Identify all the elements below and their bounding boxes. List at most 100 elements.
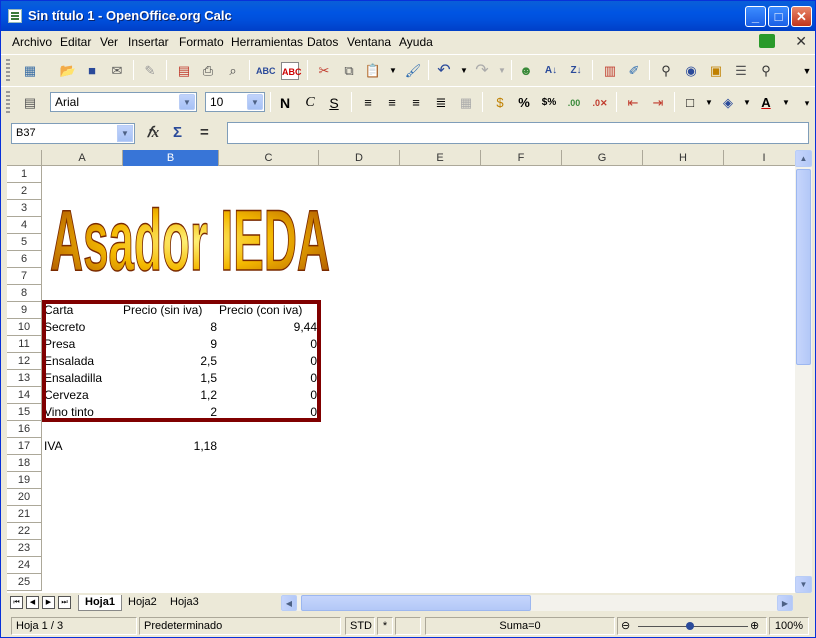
print-preview-icon[interactable]: ⌕ [224,62,242,80]
toolbar-grip[interactable] [6,91,10,113]
vertical-scrollbar[interactable]: ▲ ▼ [795,150,812,593]
row-header[interactable]: 6 [7,251,42,268]
scroll-down-icon[interactable]: ▼ [795,576,812,593]
formula-input[interactable] [227,122,809,144]
column-header-b[interactable]: B [123,150,219,166]
font-size-combo[interactable]: 10 ▼ [205,92,265,112]
zoom-in-icon[interactable]: ⊕ [750,618,759,634]
increase-indent-icon[interactable]: ⇥ [649,94,667,112]
styles-icon[interactable]: ▤ [21,94,39,112]
row-header[interactable]: 25 [7,574,42,591]
menu-editar[interactable]: Editar [60,35,91,49]
row-header[interactable]: 2 [7,183,42,200]
status-signature[interactable] [395,617,421,635]
decrease-indent-icon[interactable]: ⇤ [624,94,642,112]
vertical-scroll-thumb[interactable] [796,169,811,365]
paste-dropdown-icon[interactable]: ▼ [384,62,402,80]
font-name-combo[interactable]: Arial ▼ [50,92,197,112]
hyperlink-icon[interactable]: ☻ [517,62,535,80]
underline-button[interactable]: S [325,94,343,112]
menu-herramientas[interactable]: Herramientas [231,35,303,49]
autospellcheck-icon[interactable]: ABC [281,62,302,80]
row-header[interactable]: 17 [7,438,42,455]
row-header[interactable]: 19 [7,472,42,489]
sheet-tab-hoja2[interactable]: Hoja2 [122,595,163,611]
cell[interactable]: 1,18 [123,438,217,455]
formula-icon[interactable]: = [200,124,209,141]
align-center-icon[interactable]: ≡ [383,94,401,112]
undo-icon[interactable]: ↶ [435,62,453,80]
row-header[interactable]: 4 [7,217,42,234]
merge-cells-icon[interactable]: ▦ [457,94,475,112]
row-header[interactable]: 20 [7,489,42,506]
navigator-icon[interactable]: ◉ [682,62,700,80]
sort-ascending-icon[interactable]: A↓ [542,62,560,80]
row-header[interactable]: 12 [7,353,42,370]
sheet-tab-hoja3[interactable]: Hoja3 [164,595,205,611]
toolbar-overflow-icon[interactable]: ▾ [798,94,816,112]
status-zoom[interactable]: 100% [769,617,809,635]
horizontal-scroll-thumb[interactable] [301,595,531,611]
row-header[interactable]: 15 [7,404,42,421]
format-paintbrush-icon[interactable]: 🖌 [404,62,422,80]
row-header[interactable]: 14 [7,387,42,404]
column-header-i[interactable]: I [724,150,795,166]
next-sheet-icon[interactable]: ▶ [42,596,55,609]
toolbar-overflow-icon[interactable]: ▼ [798,62,816,80]
chevron-down-icon[interactable]: ▼ [247,94,263,110]
background-dropdown-icon[interactable]: ▼ [738,94,756,112]
select-all-corner[interactable] [7,150,42,166]
add-decimal-icon[interactable]: .00 [565,94,583,112]
chart-icon[interactable]: ▥ [601,62,619,80]
print-icon[interactable]: ⎙ [199,62,217,80]
row-header[interactable]: 21 [7,506,42,523]
sheet-tab-hoja1[interactable]: Hoja1 [78,595,122,611]
export-pdf-icon[interactable]: ▤ [175,62,193,80]
row-header[interactable]: 16 [7,421,42,438]
scroll-right-icon[interactable]: ▶ [777,595,793,611]
background-color-icon[interactable]: ◈ [719,94,737,112]
font-color-icon[interactable]: A [757,94,775,112]
prev-sheet-icon[interactable]: ◀ [26,596,39,609]
open-icon[interactable]: 📂 [59,62,77,80]
zoom-thumb[interactable] [686,622,694,630]
name-box[interactable]: B37 ▼ [11,123,135,144]
italic-button[interactable]: C [301,94,319,112]
update-icon[interactable] [759,34,775,48]
toolbar-grip[interactable] [6,59,10,81]
status-selection-mode[interactable]: STD [345,617,375,635]
draw-icon[interactable]: ✐ [625,62,643,80]
status-style[interactable]: Predeterminado [139,617,341,635]
zoom-slider[interactable]: ⊖ ⊕ [617,617,767,635]
row-header[interactable]: 24 [7,557,42,574]
menu-ver[interactable]: Ver [100,35,118,49]
function-wizard-icon[interactable]: 𝑓x [147,124,159,142]
copy-icon[interactable]: ⧉ [340,62,358,80]
close-document-icon[interactable]: ✕ [795,33,807,50]
row-header[interactable]: 10 [7,319,42,336]
row-header[interactable]: 3 [7,200,42,217]
column-header-a[interactable]: A [42,150,123,166]
column-header-e[interactable]: E [400,150,481,166]
column-header-d[interactable]: D [319,150,400,166]
currency-icon[interactable]: $ [491,94,509,112]
new-icon[interactable]: ▦ [21,62,39,80]
first-sheet-icon[interactable]: ⏮ [10,596,23,609]
save-icon[interactable]: ■ [83,62,101,80]
row-header[interactable]: 18 [7,455,42,472]
scroll-left-icon[interactable]: ◀ [281,595,297,611]
zoom-icon[interactable]: ⚲ [757,62,775,80]
scroll-up-icon[interactable]: ▲ [795,150,812,167]
horizontal-scrollbar[interactable]: ◀ ▶ [281,595,793,611]
redo-icon[interactable]: ↷ [473,62,491,80]
minimize-button[interactable]: _ [745,6,766,27]
table-border-shape[interactable] [42,300,321,422]
column-header-c[interactable]: C [219,150,319,166]
align-left-icon[interactable]: ≡ [359,94,377,112]
spreadsheet-grid[interactable]: A B C D E F G H I 1 2 3 4 5 6 7 8 9 10 11 12 13 14 15 1… [7,150,795,593]
last-sheet-icon[interactable]: ⏭ [58,596,71,609]
row-header[interactable]: 9 [7,302,42,319]
paste-icon[interactable]: 📋 [364,62,382,80]
bold-button[interactable]: N [276,94,294,112]
menu-formato[interactable]: Formato [179,35,224,49]
